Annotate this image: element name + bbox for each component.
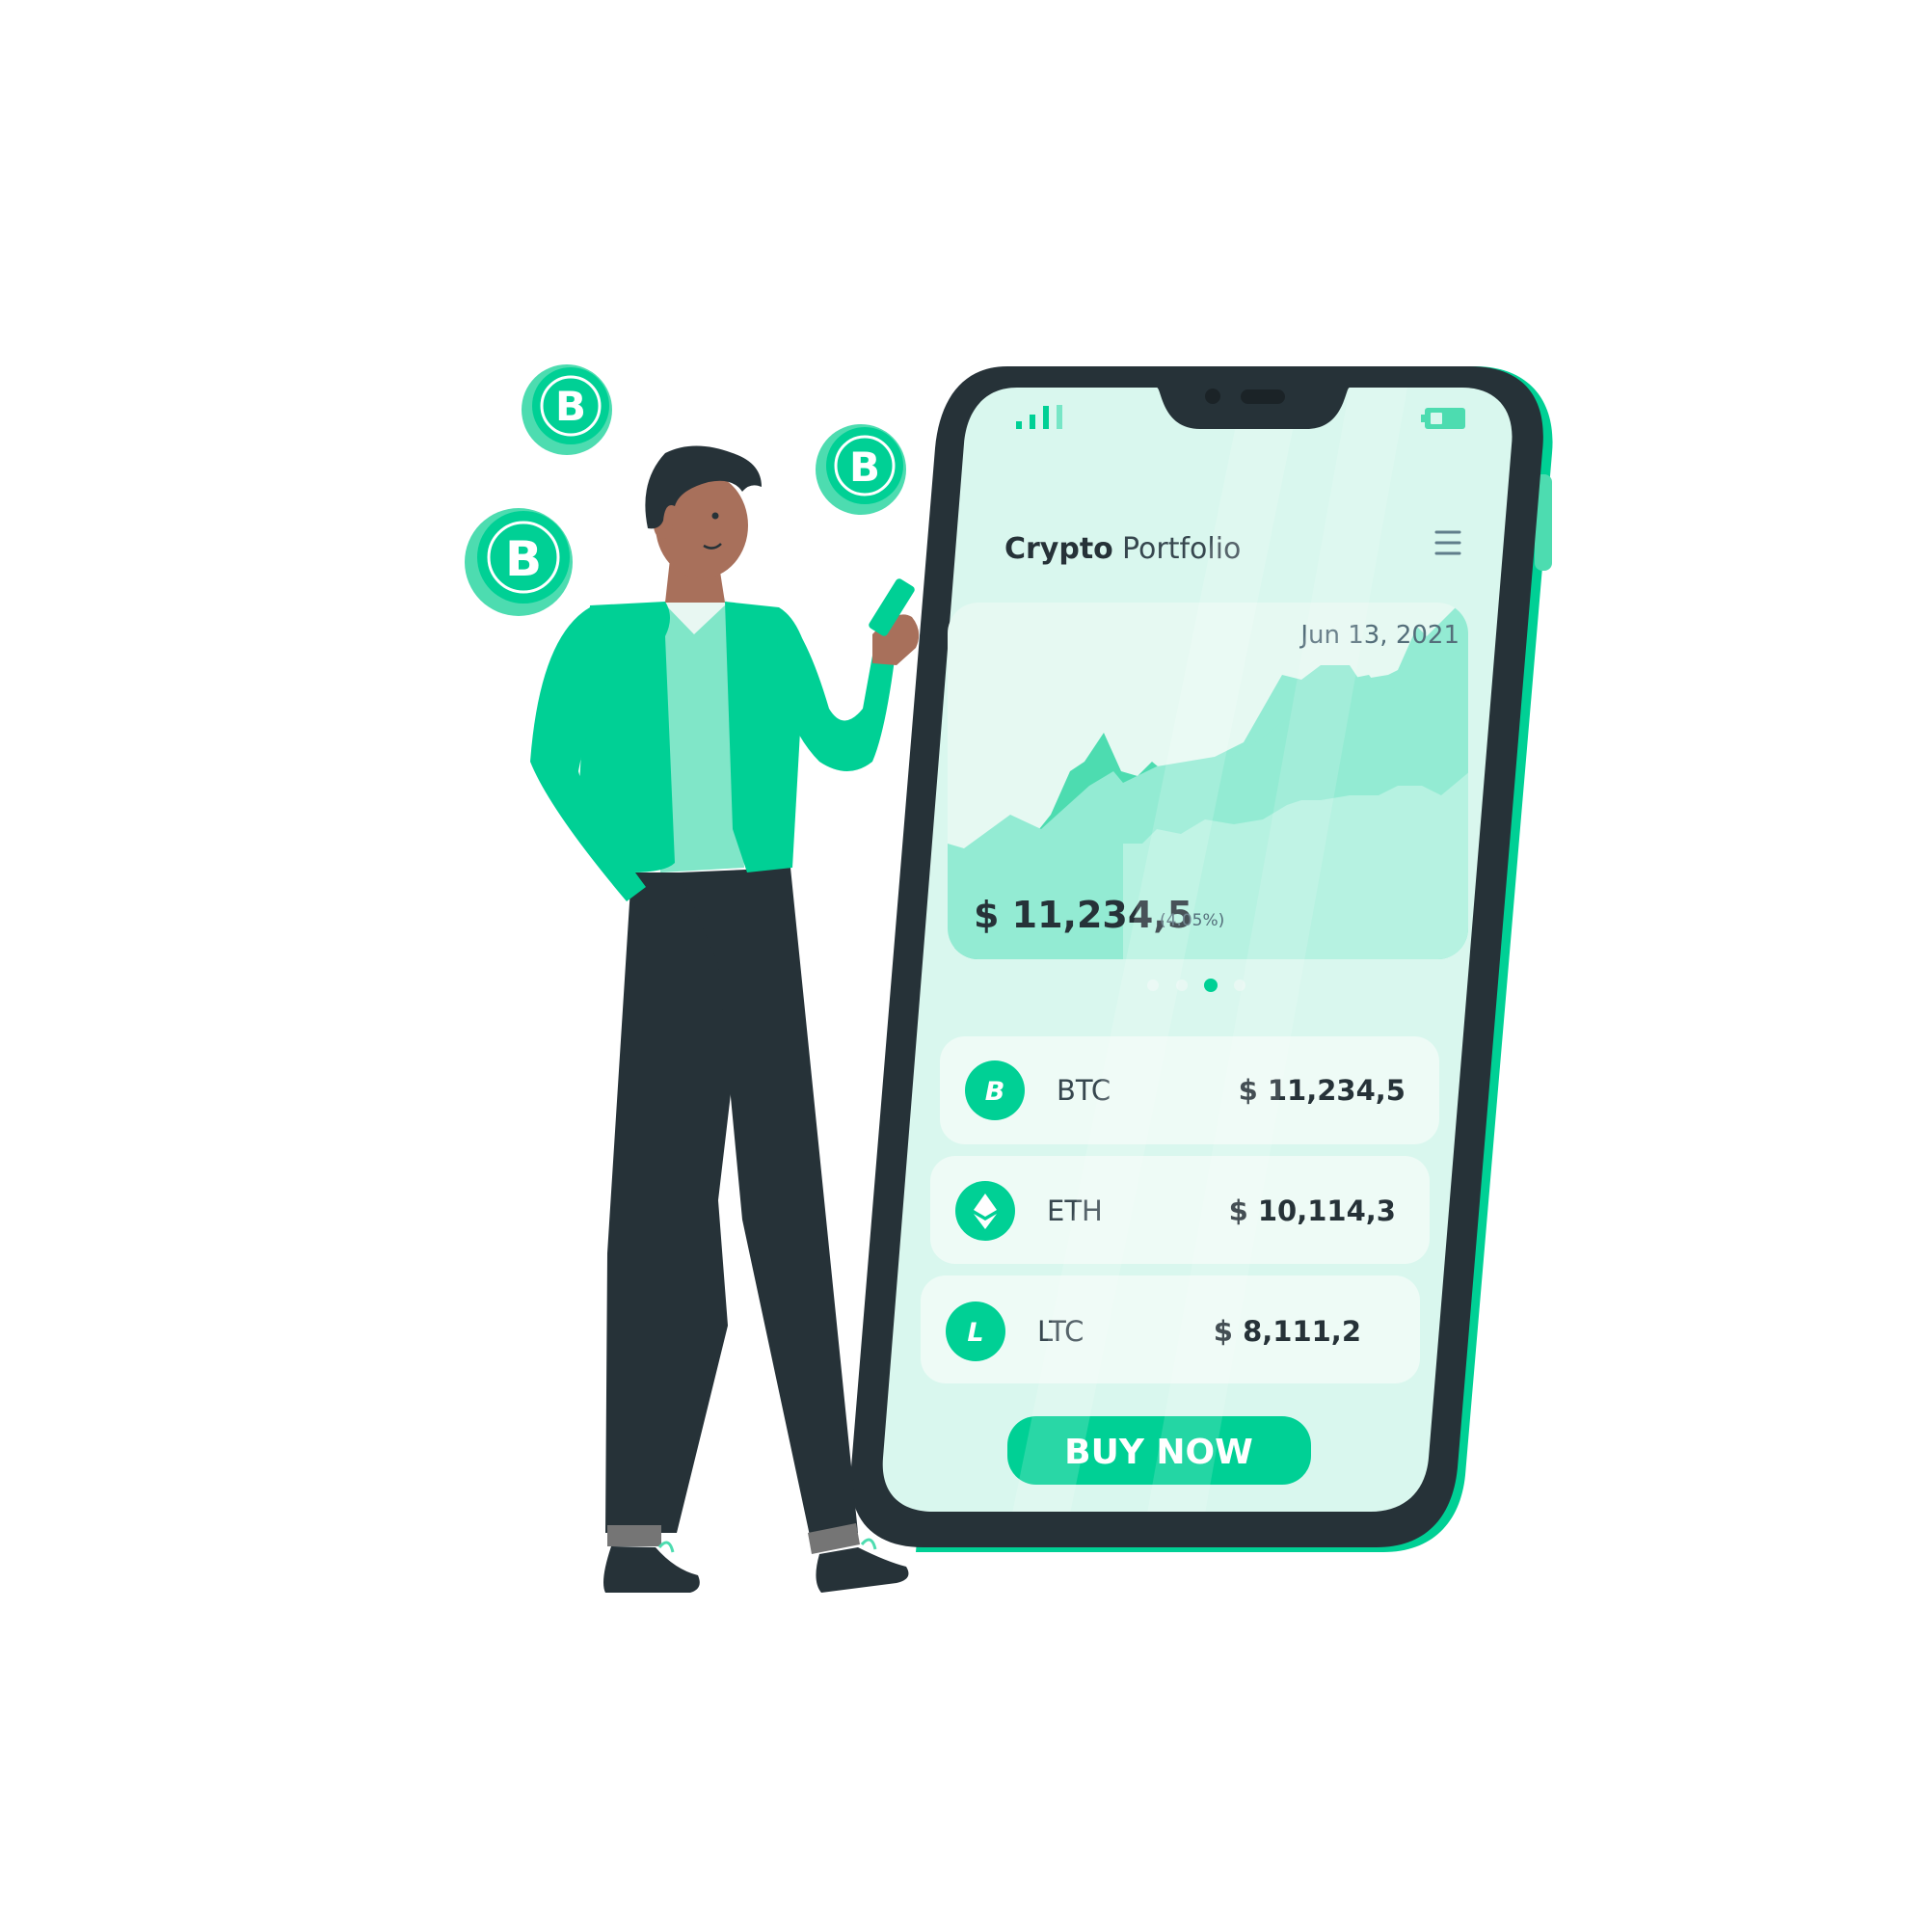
- coin-row-eth[interactable]: ETH $ 10,114,3: [930, 1156, 1430, 1264]
- coin-icon-letter: L: [967, 1318, 983, 1348]
- app-title-bold: Crypto: [1004, 532, 1113, 566]
- carousel-dot-active[interactable]: [1204, 979, 1218, 992]
- left-shoe: [603, 1546, 700, 1593]
- smartphone: Crypto Portfolio Jun 13, 2021 $ 11,234,5…: [850, 366, 1553, 1552]
- front-camera: [1205, 389, 1220, 404]
- illustration-canvas: Crypto Portfolio Jun 13, 2021 $ 11,234,5…: [465, 364, 1553, 1593]
- floating-bitcoin-coin-3: B: [465, 508, 573, 616]
- right-shoe: [816, 1547, 909, 1593]
- coin-row-btc[interactable]: B BTC $ 11,234,5: [940, 1036, 1439, 1144]
- coin-letter: B: [849, 443, 880, 491]
- coin-letter: B: [555, 383, 586, 430]
- earpiece-speaker: [1241, 389, 1285, 404]
- coin-letter: B: [505, 531, 542, 587]
- coin-row-ltc[interactable]: L LTC $ 8,111,2: [921, 1275, 1420, 1383]
- floating-bitcoin-coin-2: B: [816, 424, 906, 515]
- battery-icon: [1421, 408, 1465, 429]
- eye: [711, 512, 719, 520]
- floating-bitcoin-coin-1: B: [522, 364, 612, 455]
- left-cuff: [607, 1525, 661, 1546]
- coin-icon-letter: B: [985, 1077, 1005, 1107]
